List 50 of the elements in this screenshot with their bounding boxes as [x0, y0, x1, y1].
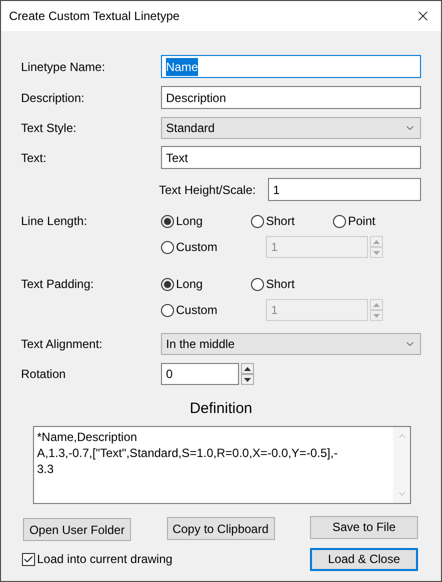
- field-label: Description:: [21, 90, 86, 106]
- radio-label[interactable]: Point: [348, 212, 376, 230]
- radio-label[interactable]: Custom: [176, 238, 218, 256]
- field-label: Linetype Name:: [21, 58, 106, 76]
- dialog-button[interactable]: Copy to Clipboard: [166, 517, 274, 540]
- field-label: Text Style:: [21, 120, 78, 137]
- radio-label[interactable]: Short: [266, 275, 295, 293]
- definition-line: 3.3: [37, 460, 55, 476]
- dialog-button[interactable]: Save to File: [310, 516, 418, 538]
- radio-label[interactable]: Custom: [176, 301, 218, 319]
- down-triangle-icon: [373, 250, 380, 254]
- spin-down-button[interactable]: [241, 374, 254, 385]
- field-label: Line Length:: [21, 213, 88, 230]
- field-label: Text Height/Scale:: [159, 182, 257, 198]
- radio-button[interactable]: [251, 278, 264, 290]
- field-label: Rotation: [21, 366, 67, 383]
- dropdown[interactable]: In the middle: [161, 333, 421, 355]
- radio-button[interactable]: [161, 304, 174, 316]
- up-triangle-icon: [373, 240, 380, 244]
- up-triangle-icon: [244, 366, 251, 370]
- number-field[interactable]: 0: [161, 363, 239, 385]
- definition-line: *Name,Description: [37, 428, 138, 444]
- radio-label[interactable]: Long: [176, 212, 203, 230]
- up-triangle-icon: [373, 302, 380, 306]
- text-field[interactable]: Text: [161, 146, 421, 169]
- radio-button[interactable]: [251, 214, 264, 228]
- text-field[interactable]: Name: [161, 55, 421, 78]
- text-field[interactable]: Description: [161, 86, 421, 109]
- text-field[interactable]: 1: [268, 178, 421, 201]
- field-label: Text Alignment:: [21, 336, 104, 353]
- dropdown[interactable]: Standard: [161, 117, 421, 139]
- radio-label[interactable]: Short: [266, 212, 295, 230]
- radio-button[interactable]: [161, 240, 174, 254]
- radio-label[interactable]: Long: [176, 275, 203, 293]
- radio-button[interactable]: [333, 214, 346, 228]
- definition-line: A,1.3,-0.7,["Text",Standard,S=1.0,R=0.0,X=-0.0,Y=-0.5],-: [37, 444, 339, 460]
- dialog-button[interactable]: Open User Folder: [23, 518, 131, 541]
- field-label: Text Padding:: [21, 276, 95, 293]
- section-title: Definition: [190, 399, 252, 419]
- field-label: Text:: [21, 150, 48, 166]
- spin-up-button[interactable]: [241, 363, 254, 374]
- radio-button[interactable]: [161, 214, 174, 228]
- down-triangle-icon: [373, 314, 380, 318]
- definition-textarea[interactable]: *Name,Description A,1.3,-0.7,["Text",Standard,S=1.0,R=0.0,X=-0.0,Y=-0.5],- 3.3: [33, 426, 411, 504]
- load-checkbox[interactable]: Load into current drawing: [22, 550, 172, 568]
- dialog-button[interactable]: Load & Close: [310, 548, 418, 570]
- radio-button[interactable]: [161, 278, 174, 290]
- check-icon: [23, 554, 34, 564]
- down-triangle-icon: [244, 378, 251, 382]
- window-title: Create Custom Textual Linetype: [9, 8, 180, 25]
